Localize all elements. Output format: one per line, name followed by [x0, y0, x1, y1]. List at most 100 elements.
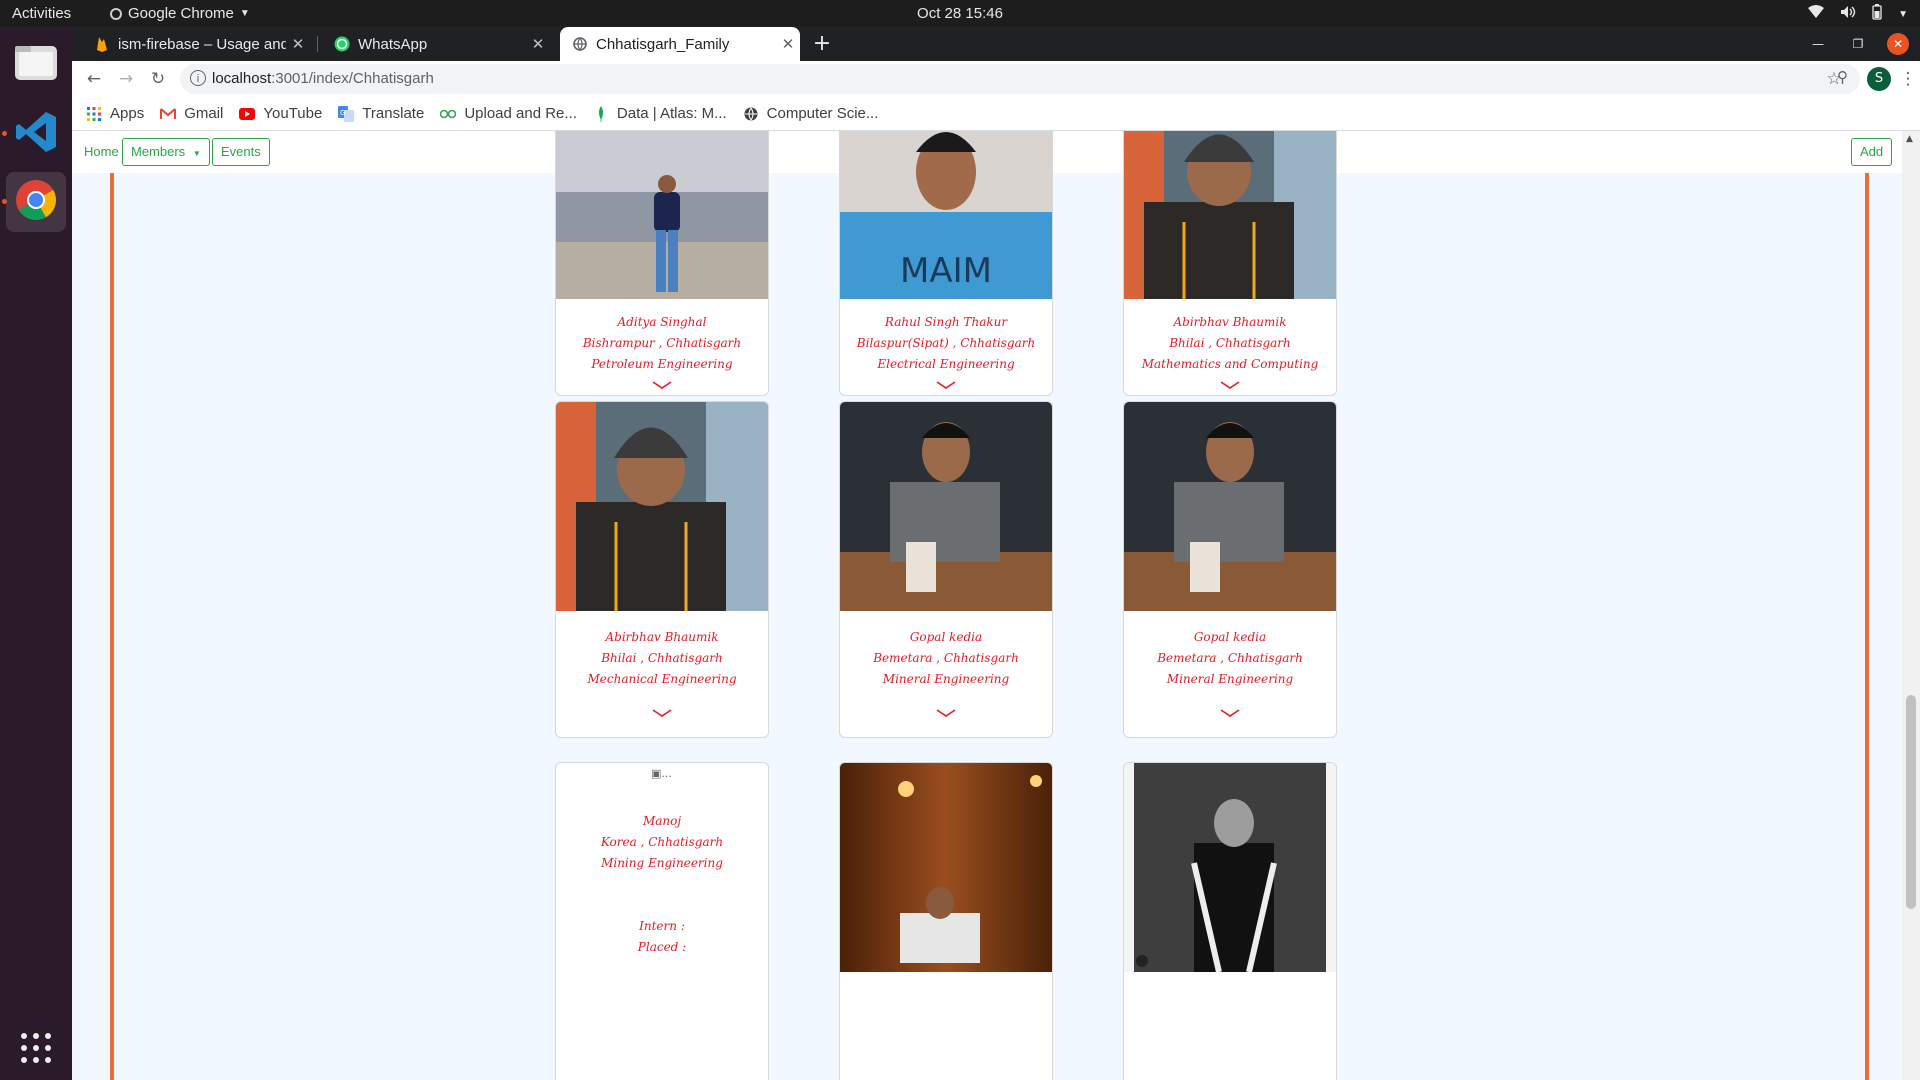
wifi-icon [1808, 5, 1825, 23]
member-photo [840, 763, 1052, 972]
close-icon[interactable]: ✕ [526, 35, 550, 53]
member-card[interactable] [1123, 762, 1337, 1080]
files-launcher[interactable] [6, 34, 66, 94]
chevron-down-icon[interactable] [1220, 708, 1240, 720]
member-info: Abirbhav Bhaumik Bhilai , Chhatisgarh Ma… [1124, 312, 1336, 375]
caret-down-icon: ▼ [192, 149, 201, 158]
broken-image-icon: ▣ [651, 767, 662, 780]
caret-down-icon: ▼ [1898, 8, 1908, 20]
svg-text:MAIM: MAIM [900, 251, 992, 291]
restore-button[interactable]: ❐ [1847, 33, 1869, 55]
nav-home-link[interactable]: Home [84, 138, 119, 166]
broken-image-alt: ... [661, 767, 672, 780]
bookmark-upload[interactable]: Upload and Re... [440, 105, 577, 122]
bookmark-apps[interactable]: Apps [86, 105, 144, 122]
member-name: Abirbhav Bhaumik [605, 630, 719, 644]
member-card[interactable]: MAIM Rahul Singh Thakur Bilaspur(Sipat) … [839, 131, 1053, 396]
new-tab-button[interactable]: + [809, 31, 835, 57]
app-name: Google Chrome [128, 5, 234, 22]
browser-toolbar: ← → ↻ i localhost:3001/index/Chhatisgarh… [72, 61, 1920, 97]
tab-divider [317, 36, 318, 52]
reload-button[interactable]: ↻ [146, 67, 170, 91]
member-branch: Petroleum Engineering [591, 357, 733, 371]
show-apps-button[interactable] [6, 1020, 66, 1080]
member-name: Manoj [642, 814, 682, 828]
member-name: Aditya Singhal [617, 315, 707, 329]
chrome-launcher[interactable] [6, 172, 66, 232]
scroll-up-arrow-icon[interactable]: ▲ [1906, 134, 1913, 144]
member-photo [556, 402, 768, 611]
app-menu[interactable]: Google Chrome ▼ [110, 5, 250, 22]
close-icon[interactable]: ✕ [286, 35, 310, 53]
bookmarks-bar: Apps Gmail YouTube G Translate Upload an… [72, 97, 1920, 131]
scrollbar-thumb[interactable] [1906, 695, 1916, 909]
url-text: localhost:3001/index/Chhatisgarh [212, 70, 434, 87]
chevron-down-icon[interactable] [652, 380, 672, 392]
members-dropdown-button[interactable]: Members ▼ [122, 138, 210, 166]
add-button[interactable]: Add [1851, 138, 1893, 166]
upload-icon [440, 106, 457, 122]
chevron-down-icon[interactable] [1220, 380, 1240, 392]
member-info: Aditya Singhal Bishrampur , Chhatisgarh … [556, 312, 768, 375]
member-photo [1124, 763, 1336, 972]
system-tray[interactable]: ▼ [1808, 4, 1908, 24]
member-photo [1124, 402, 1336, 611]
chevron-down-icon[interactable] [936, 380, 956, 392]
tab-firebase[interactable]: ism-firebase – Usage and b ✕ [82, 27, 310, 61]
running-indicator [2, 199, 7, 204]
activities-button[interactable]: Activities [12, 5, 71, 22]
bookmark-translate[interactable]: G Translate [338, 105, 424, 122]
bookmark-youtube[interactable]: YouTube [239, 105, 322, 122]
bookmark-label: Upload and Re... [464, 105, 577, 122]
address-bar[interactable]: i localhost:3001/index/Chhatisgarh ⚲ [180, 64, 1860, 94]
section-border-right [1865, 173, 1869, 1080]
member-info: Abirbhav Bhaumik Bhilai , Chhatisgarh Me… [556, 627, 768, 690]
member-card[interactable]: Abirbhav Bhaumik Bhilai , Chhatisgarh Ma… [1123, 131, 1337, 396]
vertical-scrollbar[interactable]: ▲ [1902, 131, 1920, 1080]
member-card[interactable]: Gopal kedia Bemetara , Chhatisgarh Miner… [1123, 401, 1337, 738]
close-icon[interactable]: ✕ [776, 35, 800, 53]
vscode-launcher[interactable] [6, 104, 66, 164]
member-place: Bemetara , Chhatisgarh [873, 651, 1019, 665]
forward-button[interactable]: → [114, 67, 138, 91]
member-card[interactable] [839, 762, 1053, 1080]
whatsapp-icon [334, 36, 350, 52]
member-branch: Mining Engineering [601, 856, 723, 870]
info-icon[interactable]: i [190, 70, 206, 86]
tab-whatsapp[interactable]: WhatsApp ✕ [322, 27, 550, 61]
chevron-down-icon[interactable] [652, 708, 672, 720]
member-card[interactable]: Abirbhav Bhaumik Bhilai , Chhatisgarh Me… [555, 401, 769, 738]
member-card[interactable]: ▣... Manoj Korea , Chhatisgarh Mining En… [555, 762, 769, 1080]
bookmark-star-icon[interactable]: ☆ [1822, 67, 1846, 91]
bookmark-computer-science[interactable]: Computer Scie... [743, 105, 879, 122]
volume-icon [1840, 5, 1856, 23]
member-card[interactable]: Aditya Singhal Bishrampur , Chhatisgarh … [555, 131, 769, 396]
member-info: Rahul Singh Thakur Bilaspur(Sipat) , Chh… [840, 312, 1052, 375]
member-info: Gopal kedia Bemetara , Chhatisgarh Miner… [840, 627, 1052, 690]
events-button[interactable]: Events [212, 138, 270, 166]
system-top-bar: Activities Google Chrome ▼ Oct 28 15:46 … [0, 0, 1920, 27]
member-place: Bemetara , Chhatisgarh [1157, 651, 1303, 665]
member-branch: Mechanical Engineering [587, 672, 737, 686]
url-host: localhost [212, 70, 272, 87]
bookmark-atlas[interactable]: Data | Atlas: M... [593, 105, 727, 122]
bookmark-label: Computer Scie... [766, 105, 879, 122]
tab-strip: ism-firebase – Usage and b ✕ WhatsApp ✕ … [72, 27, 1920, 61]
chevron-down-icon[interactable] [936, 708, 956, 720]
bookmark-gmail[interactable]: Gmail [160, 105, 223, 122]
chrome-small-icon [110, 7, 122, 20]
member-card[interactable]: Gopal kedia Bemetara , Chhatisgarh Miner… [839, 401, 1053, 738]
minimize-button[interactable]: — [1807, 33, 1829, 55]
member-place: Bhilai , Chhatisgarh [601, 651, 723, 665]
clock[interactable]: Oct 28 15:46 [0, 5, 1920, 22]
back-button[interactable]: ← [82, 67, 106, 91]
tab-chhatisgarh-family[interactable]: Chhatisgarh_Family ✕ [560, 27, 800, 61]
close-window-button[interactable]: ✕ [1887, 33, 1909, 55]
kebab-menu-icon[interactable]: ⋮ [1898, 67, 1918, 91]
member-photo [1124, 131, 1336, 299]
member-place: Bishrampur , Chhatisgarh [582, 336, 742, 350]
vscode-icon [14, 110, 58, 158]
profile-avatar[interactable]: S [1867, 67, 1891, 91]
member-place: Bhilai , Chhatisgarh [1169, 336, 1291, 350]
